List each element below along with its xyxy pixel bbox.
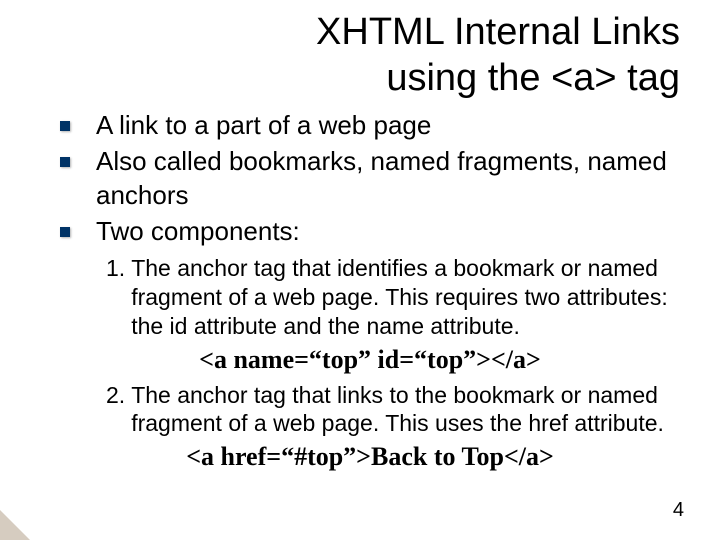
bullet-item: Also called bookmarks, named fragments, … [60, 145, 680, 213]
bullet-item: A link to a part of a web page [60, 109, 680, 143]
numbered-text: The anchor tag that identifies a bookmar… [131, 254, 680, 340]
numbered-item: 1. The anchor tag that identifies a book… [106, 254, 680, 340]
corner-fold-icon [0, 510, 30, 540]
page-number: 4 [673, 499, 684, 522]
code-example-1: <a name=“top” id=“top”></a> [60, 345, 680, 375]
bullet-item: Two components: [60, 215, 680, 249]
slide-title: XHTML Internal Links using the <a> tag [0, 0, 720, 101]
title-line-2: using the <a> tag [386, 57, 680, 99]
numbered-marker: 2. [106, 381, 125, 439]
numbered-text: The anchor tag that links to the bookmar… [131, 381, 680, 439]
numbered-item: 2. The anchor tag that links to the book… [106, 381, 680, 439]
slide-content: A link to a part of a web page Also call… [0, 101, 720, 472]
main-bullets: A link to a part of a web page Also call… [60, 109, 680, 248]
numbered-list: 2. The anchor tag that links to the book… [60, 381, 680, 439]
numbered-list: 1. The anchor tag that identifies a book… [60, 254, 680, 340]
code-example-2: <a href=“#top”>Back to Top</a> [60, 442, 680, 472]
numbered-marker: 1. [106, 254, 125, 340]
title-line-1: XHTML Internal Links [316, 11, 680, 53]
